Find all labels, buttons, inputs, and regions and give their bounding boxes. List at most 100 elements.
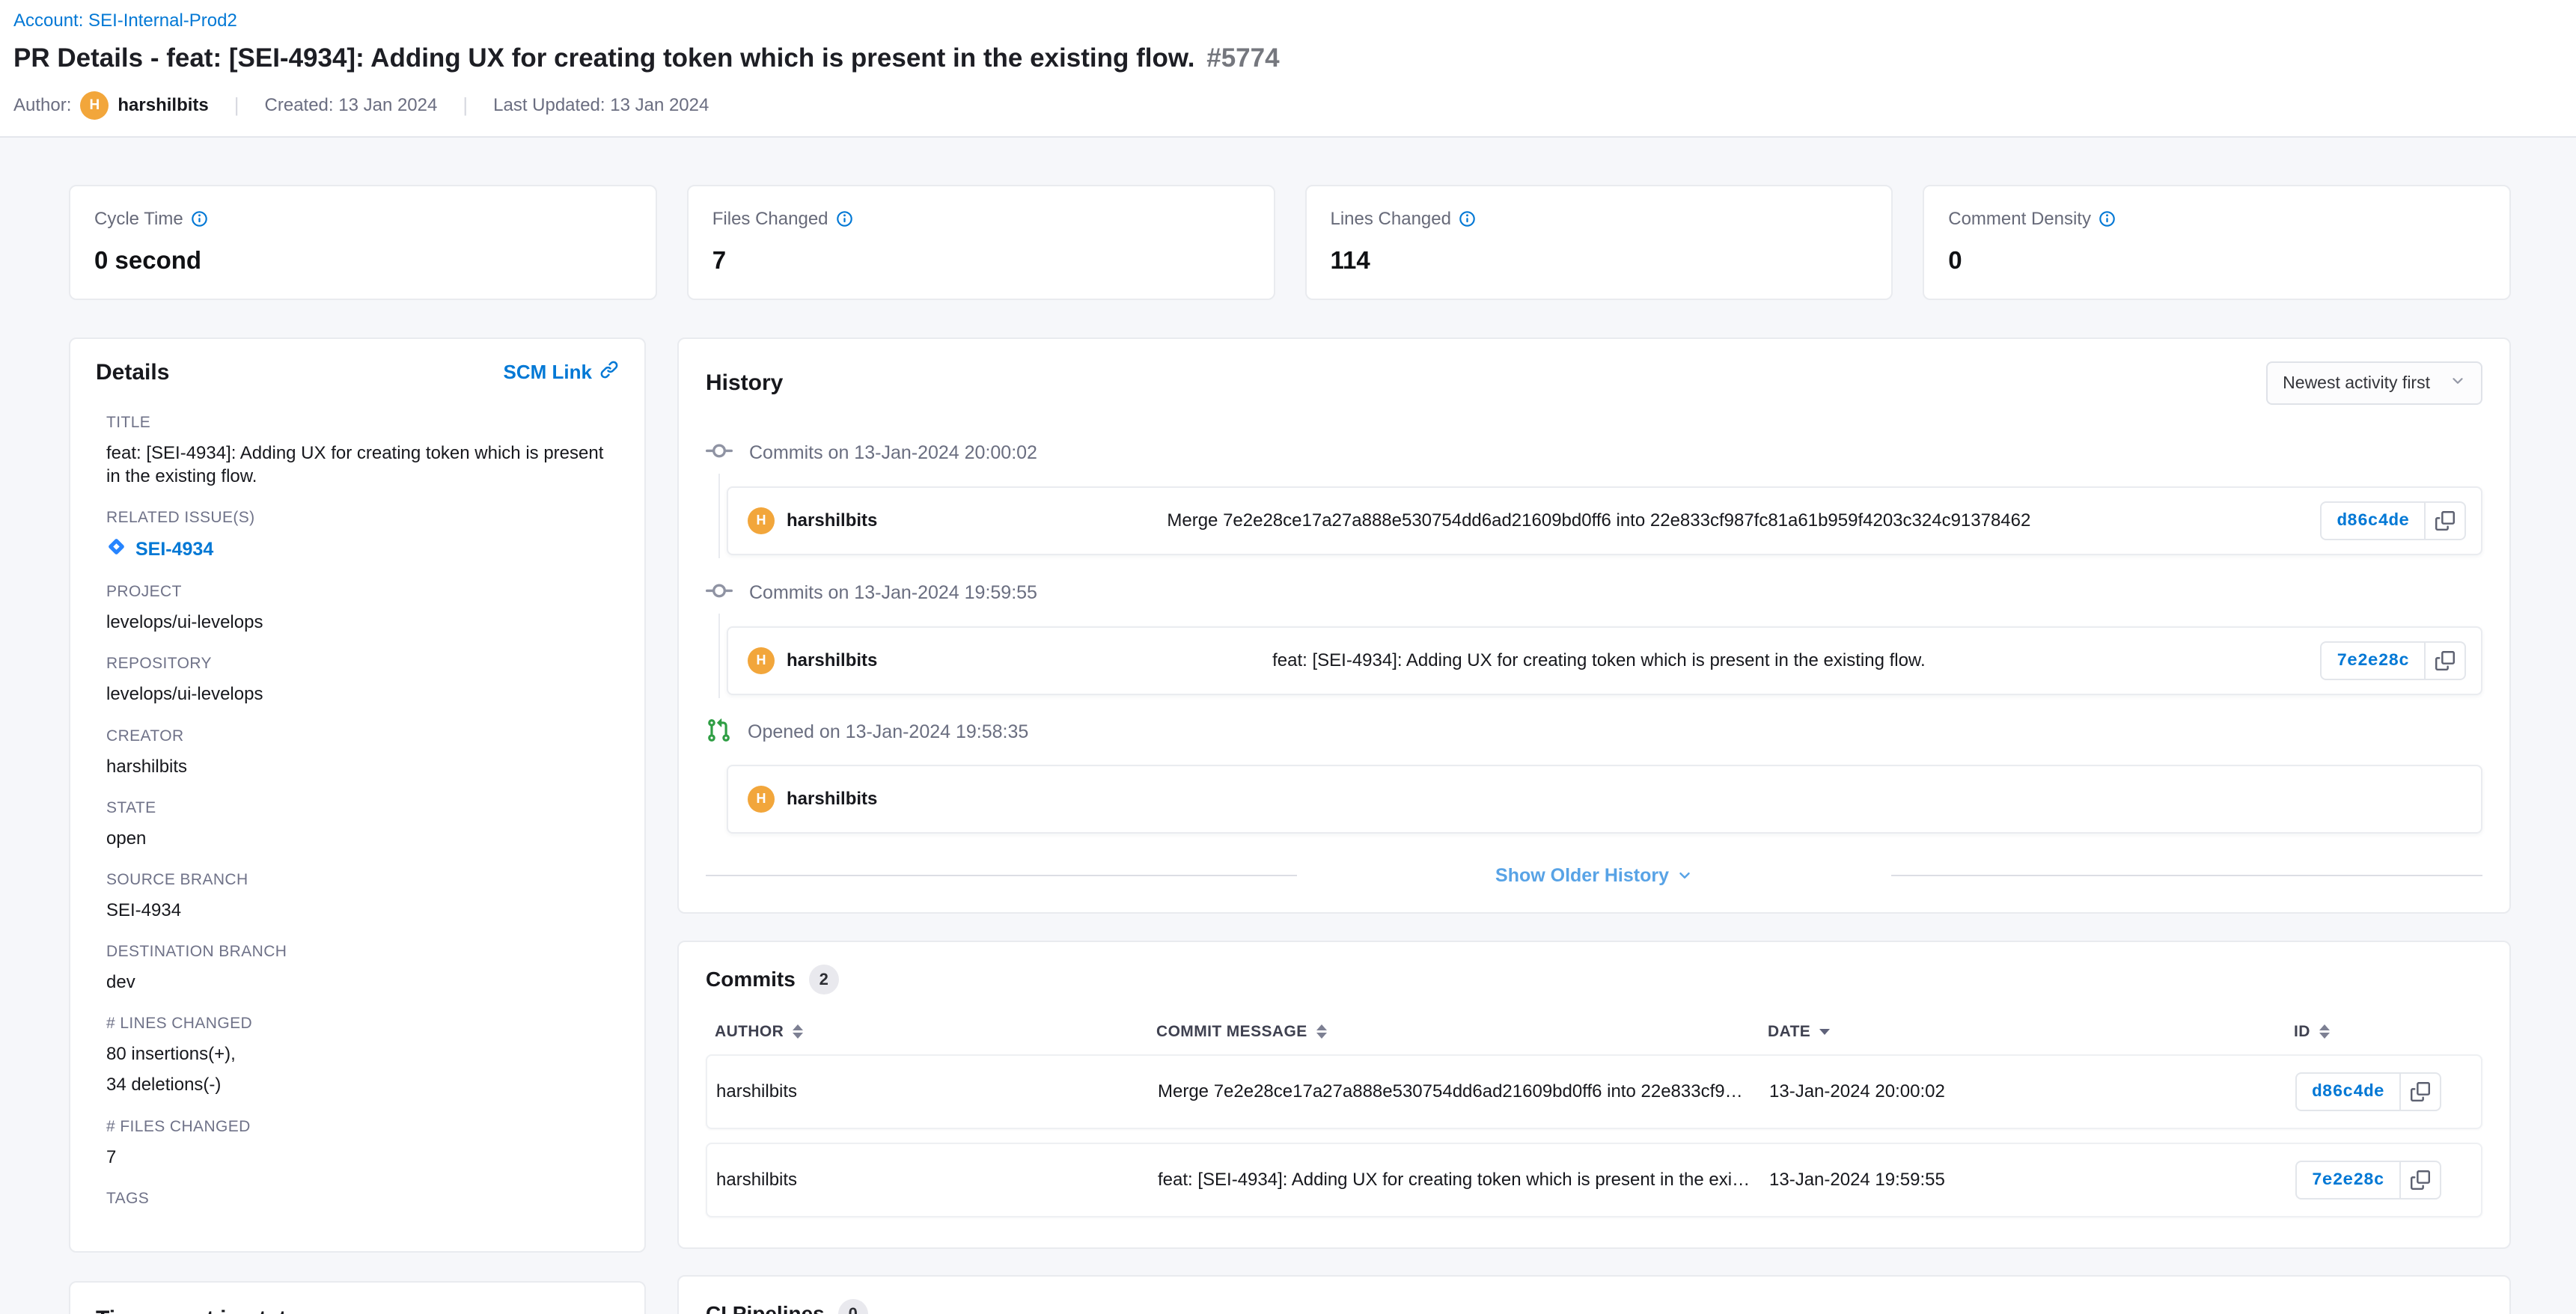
sort-icon [1316, 1024, 1327, 1039]
field-creator: CREATOR harshilbits [106, 727, 619, 778]
metric-card-lines-changed: Lines Changed 114 [1305, 185, 1893, 300]
field-label: STATE [106, 799, 619, 817]
field-value: 7 [106, 1146, 619, 1169]
ci-pipelines-heading: CI Pipelines [706, 1302, 825, 1314]
commit-author-name: harshilbits [787, 789, 877, 810]
page-title: PR Details - feat: [SEI-4934]: Adding UX… [13, 42, 2546, 75]
field-value: levelops/ui-levelops [106, 682, 619, 706]
timeline-connector [718, 614, 720, 698]
field-label: TAGS [106, 1190, 619, 1208]
commit-sha-badge[interactable]: d86c4de [2320, 501, 2426, 540]
metric-card-cycle-time: Cycle Time 0 second [69, 185, 657, 300]
metric-card-comment-density: Comment Density 0 [1923, 185, 2511, 300]
time-spent-panel: Time spent in status MERGE TIME 0 second… [69, 1281, 646, 1314]
commit-sha-badge[interactable]: d86c4de [2295, 1072, 2401, 1111]
author-name: harshilbits [117, 95, 208, 116]
commit-sha-badge[interactable]: 7e2e28c [2320, 641, 2426, 680]
timeline-event-label: Commits on 13-Jan-2024 19:59:55 [749, 582, 1037, 604]
commits-table-header: AUTHOR COMMIT MESSAGE DATE [706, 1023, 2482, 1041]
field-lines-changed: # LINES CHANGED 80 insertions(+), 34 del… [106, 1015, 619, 1096]
cell-commit-message: Merge 7e2e28ce17a27a888e530754dd6ad21609… [1158, 1081, 1769, 1102]
scm-link[interactable]: SCM Link [504, 360, 619, 385]
commit-message: Merge 7e2e28ce17a27a888e530754dd6ad21609… [877, 510, 2320, 531]
column-header-date[interactable]: DATE [1768, 1023, 2294, 1041]
column-header-id[interactable]: ID [2294, 1023, 2482, 1041]
field-title: TITLE feat: [SEI-4934]: Adding UX for cr… [106, 414, 619, 488]
copy-icon-button[interactable] [2401, 1161, 2441, 1200]
field-source-branch: SOURCE BRANCH SEI-4934 [106, 871, 619, 922]
field-value: levelops/ui-levelops [106, 611, 619, 634]
page-header: Account: SEI-Internal-Prod2 PR Details -… [0, 0, 2576, 138]
sort-icon [2319, 1024, 2330, 1039]
sort-icon [793, 1024, 803, 1039]
commit-sha-badge[interactable]: 7e2e28c [2295, 1161, 2401, 1200]
info-icon[interactable] [836, 210, 853, 227]
cell-author: harshilbits [716, 1170, 1158, 1191]
field-label: REPOSITORY [106, 655, 619, 673]
history-panel: History Newest activity first [677, 337, 2511, 914]
issue-key: SEI-4934 [135, 539, 213, 560]
insertions-value: 80 insertions(+), [106, 1042, 619, 1066]
field-files-changed: # FILES CHANGED 7 [106, 1118, 619, 1169]
timeline-event-label: Commits on 13-Jan-2024 20:00:02 [749, 442, 1037, 464]
timeline-commit-card: H harshilbits feat: [SEI-4934]: Adding U… [727, 626, 2482, 695]
commits-table: AUTHOR COMMIT MESSAGE DATE [706, 1023, 2482, 1217]
history-sort-dropdown[interactable]: Newest activity first [2266, 361, 2482, 405]
right-column: History Newest activity first [677, 337, 2511, 1314]
field-value: dev [106, 971, 619, 994]
commits-panel: Commits 2 AUTHOR COMMIT MESSAGE [677, 941, 2511, 1249]
field-value: open [106, 827, 619, 850]
info-icon[interactable] [1459, 210, 1476, 227]
copy-icon-button[interactable] [2426, 501, 2466, 540]
copy-icon-button[interactable] [2401, 1072, 2441, 1111]
timeline-opened-card: H harshilbits [727, 765, 2482, 834]
cell-author: harshilbits [716, 1081, 1158, 1102]
show-older-history-button[interactable]: Show Older History [1495, 865, 1693, 887]
timeline-event-label: Opened on 13-Jan-2024 19:58:35 [748, 721, 1028, 743]
field-project: PROJECT levelops/ui-levelops [106, 583, 619, 634]
field-label: DESTINATION BRANCH [106, 943, 619, 961]
commits-count-badge: 2 [809, 965, 839, 994]
timeline-event: Opened on 13-Jan-2024 19:58:35 H harshil… [706, 718, 2482, 834]
info-icon[interactable] [2099, 210, 2116, 227]
field-label: RELATED ISSUE(S) [106, 509, 619, 527]
ci-pipelines-panel: CI Pipelines 0 No Data [677, 1275, 2511, 1314]
metric-label: Lines Changed [1331, 209, 1451, 230]
scm-link-label: SCM Link [504, 361, 592, 384]
chevron-down-icon [1676, 867, 1693, 884]
field-value: SEI-4934 [106, 899, 619, 922]
info-icon[interactable] [191, 210, 208, 227]
metric-value: 0 [1948, 246, 2485, 275]
metric-label: Comment Density [1948, 209, 2091, 230]
main-content: Cycle Time 0 second Files Changed 7 [0, 138, 2576, 1314]
commit-message: feat: [SEI-4934]: Adding UX for creating… [877, 650, 2320, 671]
metric-value: 0 second [94, 246, 632, 275]
sort-dropdown-value: Newest activity first [2283, 373, 2430, 393]
git-commit-icon [706, 578, 733, 608]
history-heading: History [706, 370, 783, 396]
ci-pipelines-count-badge: 0 [838, 1299, 868, 1314]
metric-card-files-changed: Files Changed 7 [687, 185, 1275, 300]
related-issue-link[interactable]: SEI-4934 [106, 537, 619, 562]
author-avatar: H [80, 91, 109, 120]
show-older-history-label: Show Older History [1495, 865, 1669, 887]
cell-date: 13-Jan-2024 19:59:55 [1769, 1170, 2295, 1191]
field-label: SOURCE BRANCH [106, 871, 619, 889]
field-label: TITLE [106, 414, 619, 432]
timeline-event: Commits on 13-Jan-2024 20:00:02 H harshi… [706, 438, 2482, 555]
divider: | [234, 94, 239, 117]
commits-heading: Commits [706, 968, 796, 991]
copy-icon-button[interactable] [2426, 641, 2466, 680]
account-breadcrumb-link[interactable]: Account: SEI-Internal-Prod2 [13, 10, 237, 31]
deletions-value: 34 deletions(-) [106, 1073, 619, 1096]
details-heading: Details [96, 360, 169, 385]
sort-desc-icon [1819, 1029, 1830, 1035]
column-header-author[interactable]: AUTHOR [715, 1023, 1156, 1041]
metric-label: Files Changed [712, 209, 828, 230]
field-tags: TAGS [106, 1190, 619, 1208]
cell-commit-message: feat: [SEI-4934]: Adding UX for creating… [1158, 1170, 1769, 1191]
metric-value: 114 [1331, 246, 1868, 275]
field-repository: REPOSITORY levelops/ui-levelops [106, 655, 619, 706]
field-state: STATE open [106, 799, 619, 850]
column-header-commit-message[interactable]: COMMIT MESSAGE [1156, 1023, 1768, 1041]
